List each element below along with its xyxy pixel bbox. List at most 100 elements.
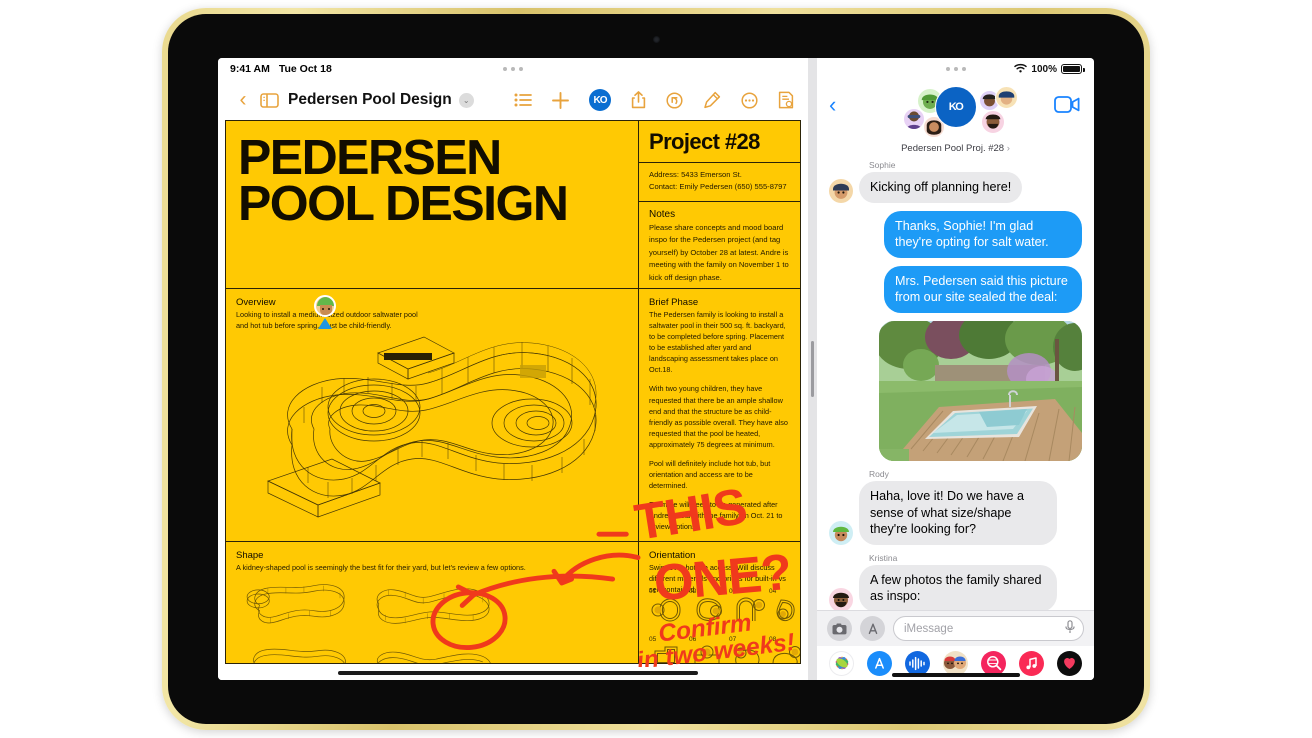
orientation-option[interactable]: 04 [769,588,800,630]
front-camera [653,36,660,43]
project-address: Address: 5433 Emerson St. [649,169,790,181]
wifi-icon [1014,63,1027,76]
back-button[interactable]: ‹ [232,88,254,112]
avatar[interactable] [829,521,853,545]
markup-pen-icon[interactable] [703,91,721,109]
camera-icon[interactable] [827,616,852,641]
group-avatar-initials[interactable]: KO [935,86,977,128]
participant-avatar[interactable] [995,86,1018,109]
document-title-line-2: POOL DESIGN [238,181,634,227]
chevron-down-icon[interactable]: ⌄ [459,93,474,108]
shape-heading: Shape [236,550,628,561]
photo-attachment[interactable] [879,321,1082,461]
orientation-option-number: 01 [649,588,689,595]
orientation-option-number: 07 [729,636,769,643]
split-view-divider[interactable] [808,58,817,680]
sidebar-icon[interactable] [254,93,284,108]
message-row: Mrs. Pedersen said this picture from our… [829,266,1082,313]
brief-phase-block: Brief Phase The Pedersen family is looki… [639,289,800,542]
orientation-option-number: 05 [649,636,689,643]
orientation-option-number: 08 [769,636,800,643]
message-row: Haha, love it! Do we have a sense of wha… [829,481,1082,545]
group-avatar-cluster[interactable]: KO [891,82,1021,138]
orientation-option-number: 02 [689,588,729,595]
document-title-line-1: PEDERSEN [238,135,634,181]
overview-block: Overview Looking to install a medium-siz… [226,289,639,542]
message-row: A few photos the family shared as inspo: [829,565,1082,610]
orientation-option[interactable]: 08 [769,636,800,663]
document-icon[interactable] [778,91,794,109]
battery-percent: 100% [1031,64,1057,75]
app-store-icon[interactable] [867,651,892,676]
project-notes-body: Please share concepts and mood board ins… [649,222,790,285]
microphone-icon[interactable] [1065,620,1075,637]
notes-app-pane: 9:41 AM Tue Oct 18 ‹ Pedersen Pool Desig… [218,58,808,680]
facetime-video-icon[interactable] [1054,96,1080,118]
orientation-option[interactable]: 02 [689,588,729,630]
document-scroll-indicator[interactable] [338,671,698,675]
message-bubble[interactable]: Mrs. Pedersen said this picture from our… [884,266,1082,313]
orientation-option-grid[interactable]: 01 02 03 [649,588,792,663]
orientation-option[interactable]: 05 [649,636,689,663]
multitask-dots-button[interactable] [946,67,966,71]
orientation-heading: Orientation [649,550,790,561]
messages-conversation-list[interactable]: Sophie Kicking off planning here! Thanks… [817,158,1094,610]
digital-touch-icon[interactable] [1057,651,1082,676]
message-bubble[interactable]: Haha, love it! Do we have a sense of wha… [859,481,1057,545]
imessage-input[interactable]: iMessage [893,616,1084,641]
project-heading-row: Project #28 [639,121,800,163]
message-sender: Kristina [869,553,1082,563]
collaborator-avatar[interactable]: KO [589,89,611,111]
brief-paragraph: Estimate will need to be generated after… [649,499,790,532]
message-sender: Sophie [869,160,1082,170]
message-bubble[interactable]: Kicking off planning here! [859,172,1022,203]
shape-thumbnail-grid[interactable] [236,576,506,663]
avatar[interactable] [829,588,853,610]
ipad-screen: 9:41 AM Tue Oct 18 ‹ Pedersen Pool Desig… [218,58,1094,680]
pool-3d-wireframe [226,307,638,542]
more-ellipsis-icon[interactable] [741,92,758,109]
thread-name[interactable]: Pedersen Pool Proj. #28 › [817,143,1094,154]
participant-avatar[interactable] [981,110,1005,134]
battery-icon [1061,64,1082,74]
design-brief-sheet: PEDERSEN POOL DESIGN Project #28 Address… [225,120,801,664]
shape-body: A kidney-shaped pool is seemingly the be… [236,562,628,573]
orientation-option[interactable]: 07 [729,636,769,663]
message-bubble[interactable]: Thanks, Sophie! I'm glad they're opting … [884,211,1082,258]
photos-app-icon[interactable] [829,651,854,676]
undo-icon[interactable] [666,92,683,109]
project-meta: Address: 5433 Emerson St. Contact: Emily… [639,163,800,202]
memoji-stickers-icon[interactable] [943,651,968,676]
ipad-bezel: 9:41 AM Tue Oct 18 ‹ Pedersen Pool Desig… [168,14,1144,724]
thread-name-label: Pedersen Pool Proj. #28 [901,143,1004,154]
brief-paragraph: The Pedersen family is looking to instal… [649,309,790,375]
messages-thread-header: ‹ KO [817,80,1094,158]
message-bubble[interactable]: A few photos the family shared as inspo: [859,565,1057,610]
project-notes: Notes Please share concepts and mood boa… [639,202,800,289]
multitask-dots-button[interactable] [503,67,523,71]
split-view-grip[interactable] [811,341,814,397]
orientation-option[interactable]: 03 [729,588,769,630]
brief-body: The Pedersen family is looking to instal… [649,309,790,532]
gif-search-icon[interactable] [981,651,1006,676]
project-contact: Contact: Emily Pedersen (650) 555-8797 [649,181,790,193]
project-info-block: Project #28 Address: 5433 Emerson St. Co… [639,121,800,289]
orientation-option[interactable]: 01 [649,588,689,630]
project-heading: Project #28 [649,129,790,155]
messages-back-button[interactable]: ‹ [829,92,836,118]
backyard-pool-photo [879,321,1082,461]
overview-heading: Overview [236,297,628,308]
orientation-option[interactable]: 06 [689,636,729,663]
audio-wave-icon[interactable] [905,651,930,676]
list-icon[interactable] [514,93,532,107]
plus-icon[interactable] [552,92,569,109]
note-document-canvas[interactable]: PEDERSEN POOL DESIGN Project #28 Address… [218,120,808,680]
avatar[interactable] [829,179,853,203]
thread-chevron-icon: › [1007,143,1010,154]
music-app-icon[interactable] [1019,651,1044,676]
imessage-placeholder: iMessage [904,623,953,635]
home-indicator[interactable] [892,673,1020,677]
app-store-icon[interactable] [860,616,885,641]
ipad-device: 9:41 AM Tue Oct 18 ‹ Pedersen Pool Desig… [162,8,1150,730]
share-icon[interactable] [631,91,646,109]
